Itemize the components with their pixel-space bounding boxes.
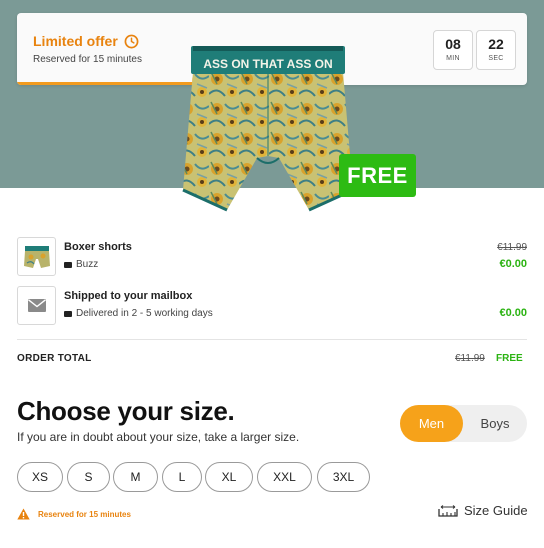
size-guide-label: Size Guide — [464, 503, 528, 518]
order-total-price: FREE — [496, 353, 523, 364]
tag-icon — [64, 261, 72, 268]
size-button-xs[interactable]: XS — [17, 462, 63, 492]
shipping-thumbnail — [17, 286, 56, 325]
waistband-text: ASS ON THAT ASS ON — [203, 57, 332, 71]
reserved-notice: Reserved for 15 minutes — [17, 508, 131, 520]
timer-seconds-unit: SEC — [488, 55, 504, 62]
timer-seconds-value: 22 — [488, 36, 504, 52]
boxer-shorts-image: ASS ON THAT ASS ON — [182, 46, 354, 212]
shipping-detail: Delivered in 2 - 5 working days — [64, 308, 213, 319]
line-item-name: Boxer shorts — [64, 241, 132, 253]
line-item-variant: Buzz — [64, 259, 98, 270]
timer-minutes: 08 MIN — [433, 30, 473, 70]
size-button-xxl[interactable]: XXL — [257, 462, 312, 492]
size-button-3xl[interactable]: 3XL — [317, 462, 370, 492]
size-button-l[interactable]: L — [162, 462, 202, 492]
size-button-m[interactable]: M — [113, 462, 158, 492]
order-total-old-price: €11.99 — [455, 353, 485, 364]
line-item-shipping: Shipped to your mailbox Delivered in 2 -… — [17, 286, 527, 326]
offer-title-text: Limited offer — [33, 33, 118, 49]
order-total-label: ORDER TOTAL — [17, 353, 92, 364]
size-picker-hint: If you are in doubt about your size, tak… — [17, 430, 300, 444]
size-button-s[interactable]: S — [67, 462, 110, 492]
envelope-icon — [27, 299, 46, 312]
warning-icon — [17, 508, 30, 520]
size-guide-link[interactable]: Size Guide — [438, 503, 528, 518]
line-item-variant-text: Buzz — [76, 259, 99, 270]
line-item-price: €0.00 — [499, 258, 527, 270]
gender-option-boys[interactable]: Boys — [463, 405, 527, 442]
boxer-thumbnail — [17, 237, 56, 276]
offer-subtitle: Reserved for 15 minutes — [33, 54, 142, 65]
boxer-thumbnail-icon — [23, 245, 50, 268]
line-item-boxer: Boxer shorts Buzz €11.99 €0.00 — [17, 237, 527, 277]
line-item-old-price: €11.99 — [497, 242, 527, 253]
offer-title: Limited offer — [33, 33, 139, 49]
reserved-notice-text: Reserved for 15 minutes — [38, 509, 131, 519]
gender-toggle: Men Boys — [400, 405, 527, 442]
ruler-icon — [438, 504, 458, 517]
shipping-price: €0.00 — [499, 307, 527, 319]
timer-minutes-unit: MIN — [446, 55, 460, 62]
size-picker-title: Choose your size. — [17, 396, 235, 426]
timer-seconds: 22 SEC — [476, 30, 516, 70]
shipping-detail-text: Delivered in 2 - 5 working days — [76, 308, 213, 319]
divider — [17, 339, 527, 340]
shipping-name: Shipped to your mailbox — [64, 290, 193, 302]
timer-minutes-value: 08 — [445, 36, 461, 52]
clock-icon — [124, 34, 139, 48]
offer-progress-accent — [17, 82, 195, 85]
delivery-tag-icon — [64, 310, 72, 317]
size-button-xl[interactable]: XL — [205, 462, 253, 492]
gender-option-men[interactable]: Men — [400, 405, 463, 442]
free-badge: FREE — [339, 154, 416, 197]
